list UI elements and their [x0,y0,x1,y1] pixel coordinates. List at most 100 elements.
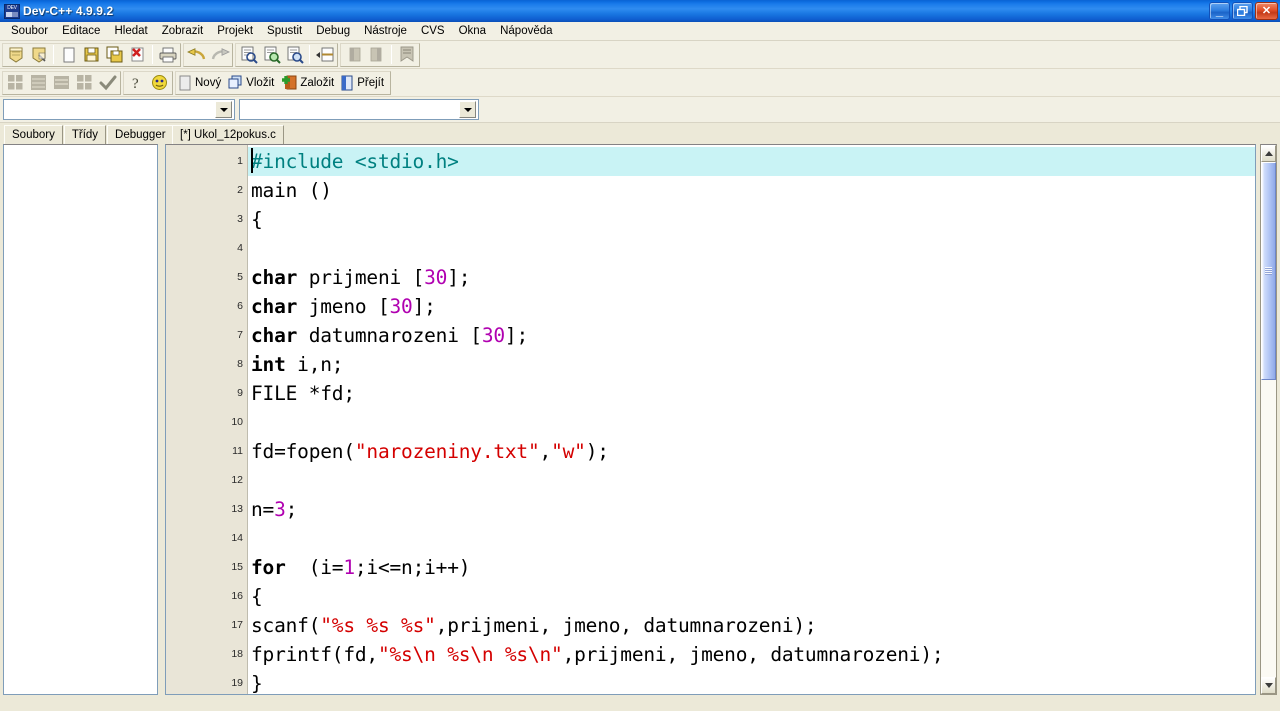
cvs-vlozit-button[interactable]: Vložit [226,72,279,94]
menu-debug[interactable]: Debug [309,23,357,40]
find-icon[interactable] [237,44,260,66]
undo-icon[interactable] [185,44,208,66]
code-token: #include <stdio.h> [251,150,459,173]
code-line[interactable]: char jmeno [30]; [248,292,1255,321]
code-text-area[interactable]: #include <stdio.h> main () { char prijmeni… [248,145,1255,694]
editor-vertical-scrollbar[interactable] [1260,144,1277,695]
code-token: FILE *fd; [251,382,355,405]
menu-hledat[interactable]: Hledat [107,23,154,40]
code-line[interactable]: { [248,205,1255,234]
cvs-zalozit-button[interactable]: Založit [279,72,339,94]
scrollbar-thumb[interactable] [1261,162,1276,380]
code-line[interactable] [248,524,1255,553]
text-caret [251,148,253,173]
code-line[interactable]: } [248,669,1255,694]
code-line[interactable]: fprintf(fd,"%s\n %s\n %s\n",prijmeni, jm… [248,640,1255,669]
chevron-down-icon[interactable] [459,101,476,118]
find-next-icon[interactable] [260,44,283,66]
cvs-prejit-button[interactable]: Přejít [339,72,389,94]
menu-napoveda[interactable]: Nápověda [493,23,559,40]
rebuild-all-icon[interactable] [73,72,96,94]
scope-combo[interactable] [3,99,235,120]
class-browser-bar [0,97,1280,123]
tab-debugger[interactable]: Debugger [107,125,174,144]
run-icon[interactable] [27,72,50,94]
code-line[interactable]: main () [248,176,1255,205]
tab-soubory[interactable]: Soubory [4,125,63,144]
replace-icon[interactable] [283,44,306,66]
code-token: 3 [274,498,286,521]
syntax-check-icon[interactable] [96,72,119,94]
new-file-icon[interactable] [57,44,80,66]
menu-nastroje[interactable]: Nástroje [357,23,414,40]
menu-cvs[interactable]: CVS [414,23,452,40]
menu-zobrazit[interactable]: Zobrazit [155,23,211,40]
code-token: char [251,266,298,289]
scrollbar-track[interactable] [1261,162,1276,677]
compile-icon[interactable] [4,72,27,94]
code-line[interactable]: int i,n; [248,350,1255,379]
cvs-zalozit-label: Založit [300,76,335,89]
close-file-icon[interactable] [126,44,149,66]
toolbar-separator [53,45,54,64]
prev-bookmark-icon[interactable] [342,44,365,66]
code-token: "%s %s %s" [320,614,436,637]
code-line[interactable]: { [248,582,1255,611]
line-number: 9 [237,387,243,399]
menu-editace[interactable]: Editace [55,23,107,40]
window-titlebar[interactable]: Dev-C++ 4.9.9.2 _ ✕ [0,0,1280,22]
goto-line-icon[interactable] [313,44,336,66]
cvs-import-icon [228,75,243,90]
toggle-bookmark-icon[interactable] [395,44,418,66]
line-number: 1 [237,155,243,167]
menu-soubor[interactable]: Soubor [4,23,55,40]
code-line[interactable]: scanf("%s %s %s",prijmeni, jmeno, datumn… [248,611,1255,640]
code-token: i,n; [285,353,344,376]
code-line[interactable]: n=3; [248,495,1255,524]
menu-okna[interactable]: Okna [452,23,494,40]
save-all-icon[interactable] [103,44,126,66]
chevron-down-icon[interactable] [215,101,232,118]
open-project-icon[interactable] [27,44,50,66]
code-editor[interactable]: 1 2 3 4 5 6 7 8 9 10 11 12 13 14 15 16 17 18 19 #include <… [165,144,1256,695]
cvs-new-icon [179,75,192,91]
code-line[interactable]: for (i=1;i<=n;i++) [248,553,1255,582]
code-line[interactable]: char prijmeni [30]; [248,263,1255,292]
close-button[interactable]: ✕ [1255,2,1278,20]
menu-spustit[interactable]: Spustit [260,23,309,40]
code-line[interactable]: #include <stdio.h> [248,147,1255,176]
redo-icon[interactable] [208,44,231,66]
code-token: int [251,353,286,376]
help-icon[interactable]: ? [125,72,148,94]
save-icon[interactable] [80,44,103,66]
code-line[interactable] [248,234,1255,263]
print-icon[interactable] [156,44,179,66]
cvs-novy-button[interactable]: Nový [177,72,226,94]
scroll-up-button[interactable] [1261,145,1276,162]
line-number: 4 [237,242,243,254]
tab-tridy[interactable]: Třídy [63,125,107,144]
toolbar-group-compile [2,70,121,95]
restore-button[interactable] [1232,2,1253,20]
compile-run-icon[interactable] [50,72,73,94]
member-combo[interactable] [239,99,479,120]
menu-projekt[interactable]: Projekt [210,23,260,40]
minimize-button[interactable]: _ [1209,2,1230,20]
code-token: main () [251,179,332,202]
code-token: ]; [447,266,471,289]
editor-tab-ukol12pokus[interactable]: [*] Ukol_12pokus.c [172,125,284,144]
code-line[interactable] [248,466,1255,495]
code-token: ]; [412,295,436,318]
about-icon[interactable] [148,72,171,94]
scroll-down-button[interactable] [1261,677,1276,694]
line-number: 10 [231,416,243,428]
cvs-vlozit-label: Vložit [246,76,275,89]
code-line[interactable]: fd=fopen("narozeniny.txt","w"); [248,437,1255,466]
code-line[interactable]: char datumnarozeni [30]; [248,321,1255,350]
code-line[interactable] [248,408,1255,437]
code-token: "w" [551,440,586,463]
next-bookmark-icon[interactable] [365,44,388,66]
new-project-icon[interactable] [4,44,27,66]
code-line[interactable]: FILE *fd; [248,379,1255,408]
project-browser-panel[interactable] [3,144,158,695]
